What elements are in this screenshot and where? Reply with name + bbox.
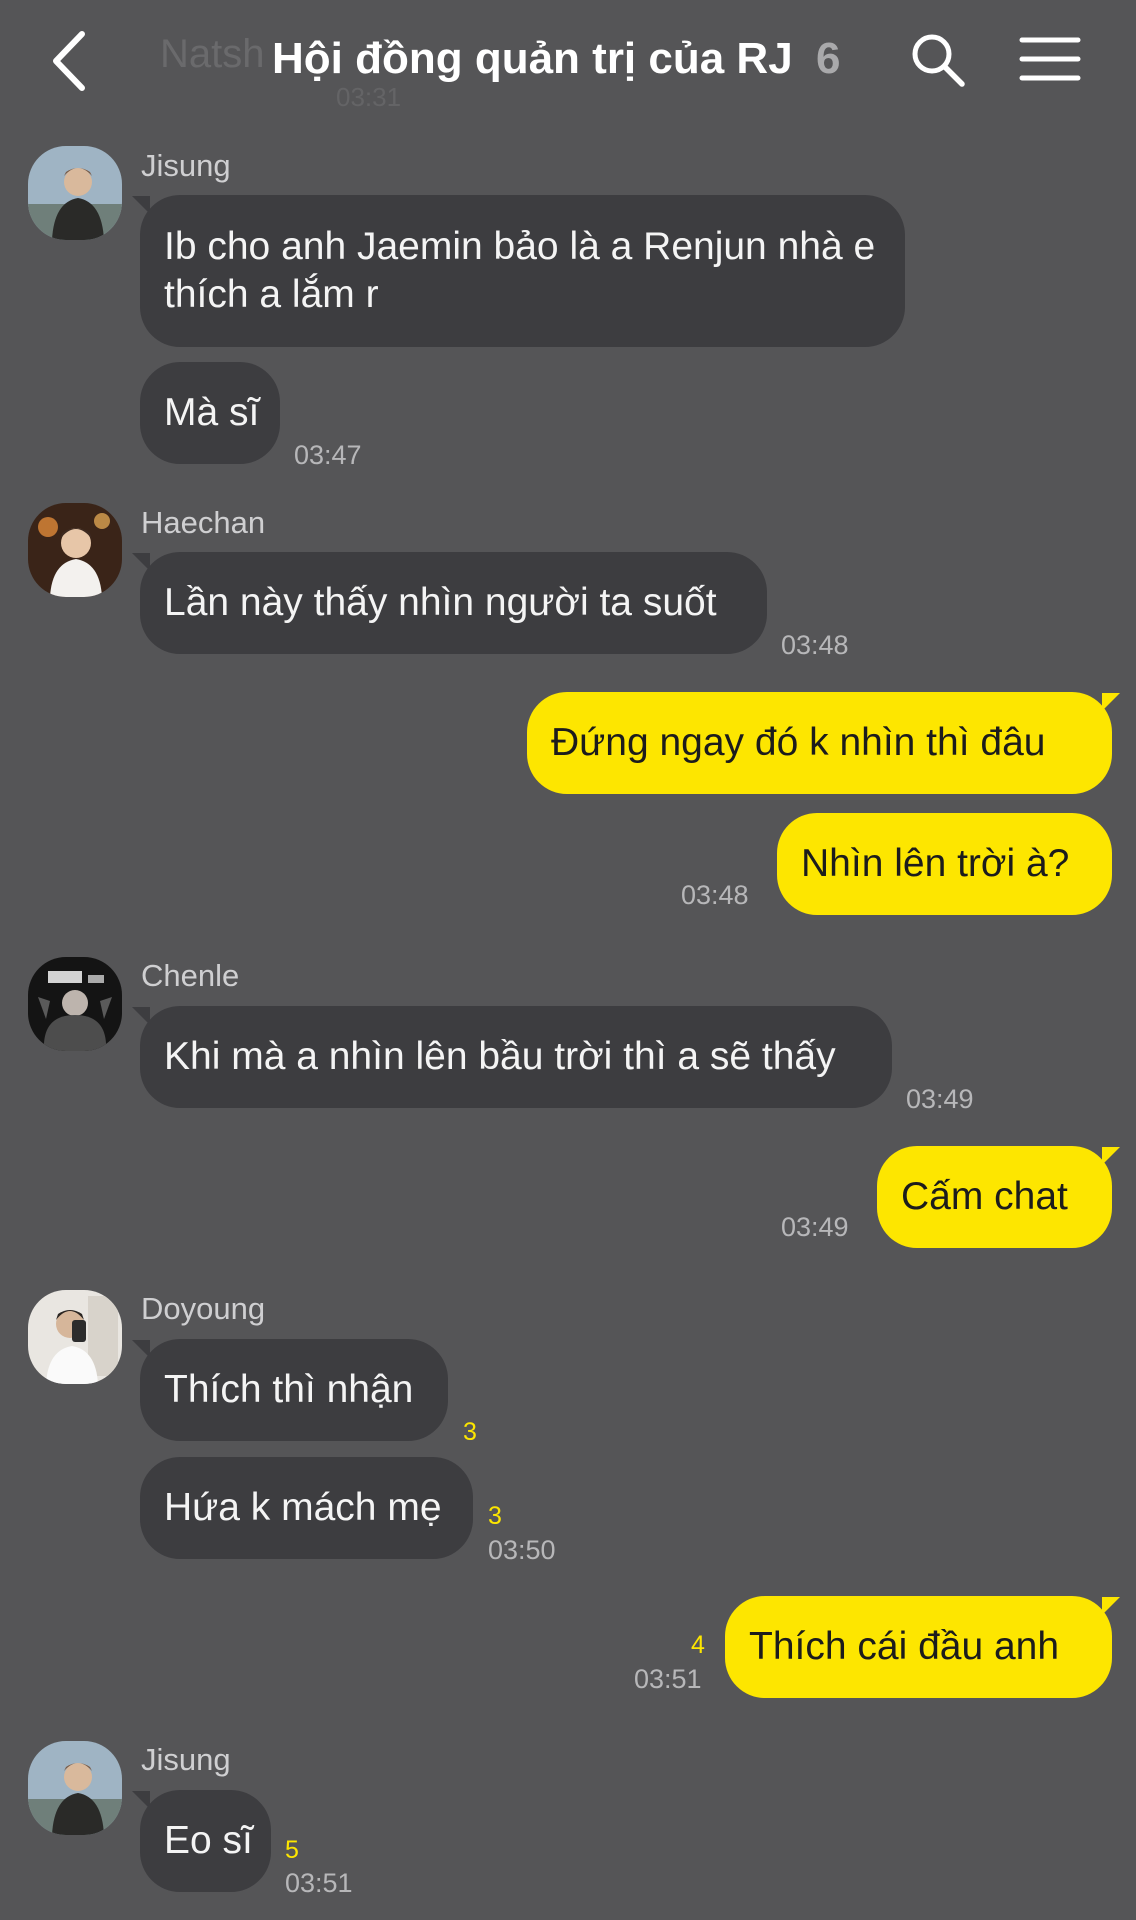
sender-name: Jisung [141, 1742, 231, 1777]
unread-count: 4 [691, 1631, 705, 1659]
chat-title: Hội đồng quản trị của RJ [272, 34, 793, 83]
message-bubble[interactable]: Ib cho anh Jaemin bảo là a Renjun nhà e … [140, 195, 905, 347]
unread-count: 5 [285, 1836, 299, 1864]
message-bubble[interactable]: Khi mà a nhìn lên bầu trời thì a sẽ thấy [140, 1006, 892, 1108]
my-message-bubble[interactable]: Nhìn lên trời à? [777, 813, 1112, 915]
unread-count: 3 [463, 1418, 477, 1446]
bubble-tail [1102, 1597, 1120, 1615]
avatar-jisung[interactable] [28, 146, 122, 240]
sender-name: Haechan [141, 505, 266, 540]
member-count: 6 [816, 34, 841, 83]
scrolled-timestamp: 03:31 [336, 82, 402, 112]
back-button[interactable] [46, 26, 96, 96]
my-message-bubble[interactable]: Thích cái đầu anh [725, 1596, 1112, 1698]
sender-name: Doyoung [141, 1291, 266, 1326]
hamburger-menu-icon [1019, 37, 1081, 81]
message-bubble[interactable]: Lần này thấy nhìn người ta suốt [140, 552, 767, 654]
menu-button[interactable] [1018, 32, 1082, 88]
message-time: 03:50 [488, 1535, 556, 1565]
chat-header: Natsh 03:31 Hội đồng quản trị của RJ 6 [0, 0, 1136, 130]
message-time: 03:48 [781, 630, 849, 660]
avatar-chenle[interactable] [28, 957, 122, 1051]
message-time: 03:49 [906, 1084, 974, 1114]
message-bubble[interactable]: Thích thì nhận [140, 1339, 448, 1441]
message-time: 03:49 [781, 1212, 849, 1242]
bubble-tail [1102, 693, 1120, 711]
message-time: 03:48 [681, 880, 749, 910]
scrolled-sender-name: Natsh [160, 32, 265, 76]
bubble-tail [1102, 1147, 1120, 1165]
unread-count: 3 [488, 1502, 502, 1530]
sender-name: Chenle [141, 958, 240, 993]
message-time: 03:51 [285, 1868, 353, 1898]
my-message-bubble[interactable]: Cấm chat [877, 1146, 1112, 1248]
sender-name: Jisung [141, 148, 231, 183]
avatar-jisung[interactable] [28, 1741, 122, 1835]
avatar-doyoung[interactable] [28, 1290, 122, 1384]
search-icon [912, 34, 965, 87]
message-bubble[interactable]: Mà sĩ [140, 362, 280, 464]
message-time: 03:47 [294, 440, 362, 470]
avatar-haechan[interactable] [28, 503, 122, 597]
message-time: 03:51 [634, 1664, 702, 1694]
message-bubble[interactable]: Eo sĩ [140, 1790, 271, 1892]
message-bubble[interactable]: Hứa k mách mẹ [140, 1457, 473, 1559]
my-message-bubble[interactable]: Đứng ngay đó k nhìn thì đâu [527, 692, 1112, 794]
search-button[interactable] [908, 30, 968, 90]
chevron-left-icon [53, 31, 85, 91]
